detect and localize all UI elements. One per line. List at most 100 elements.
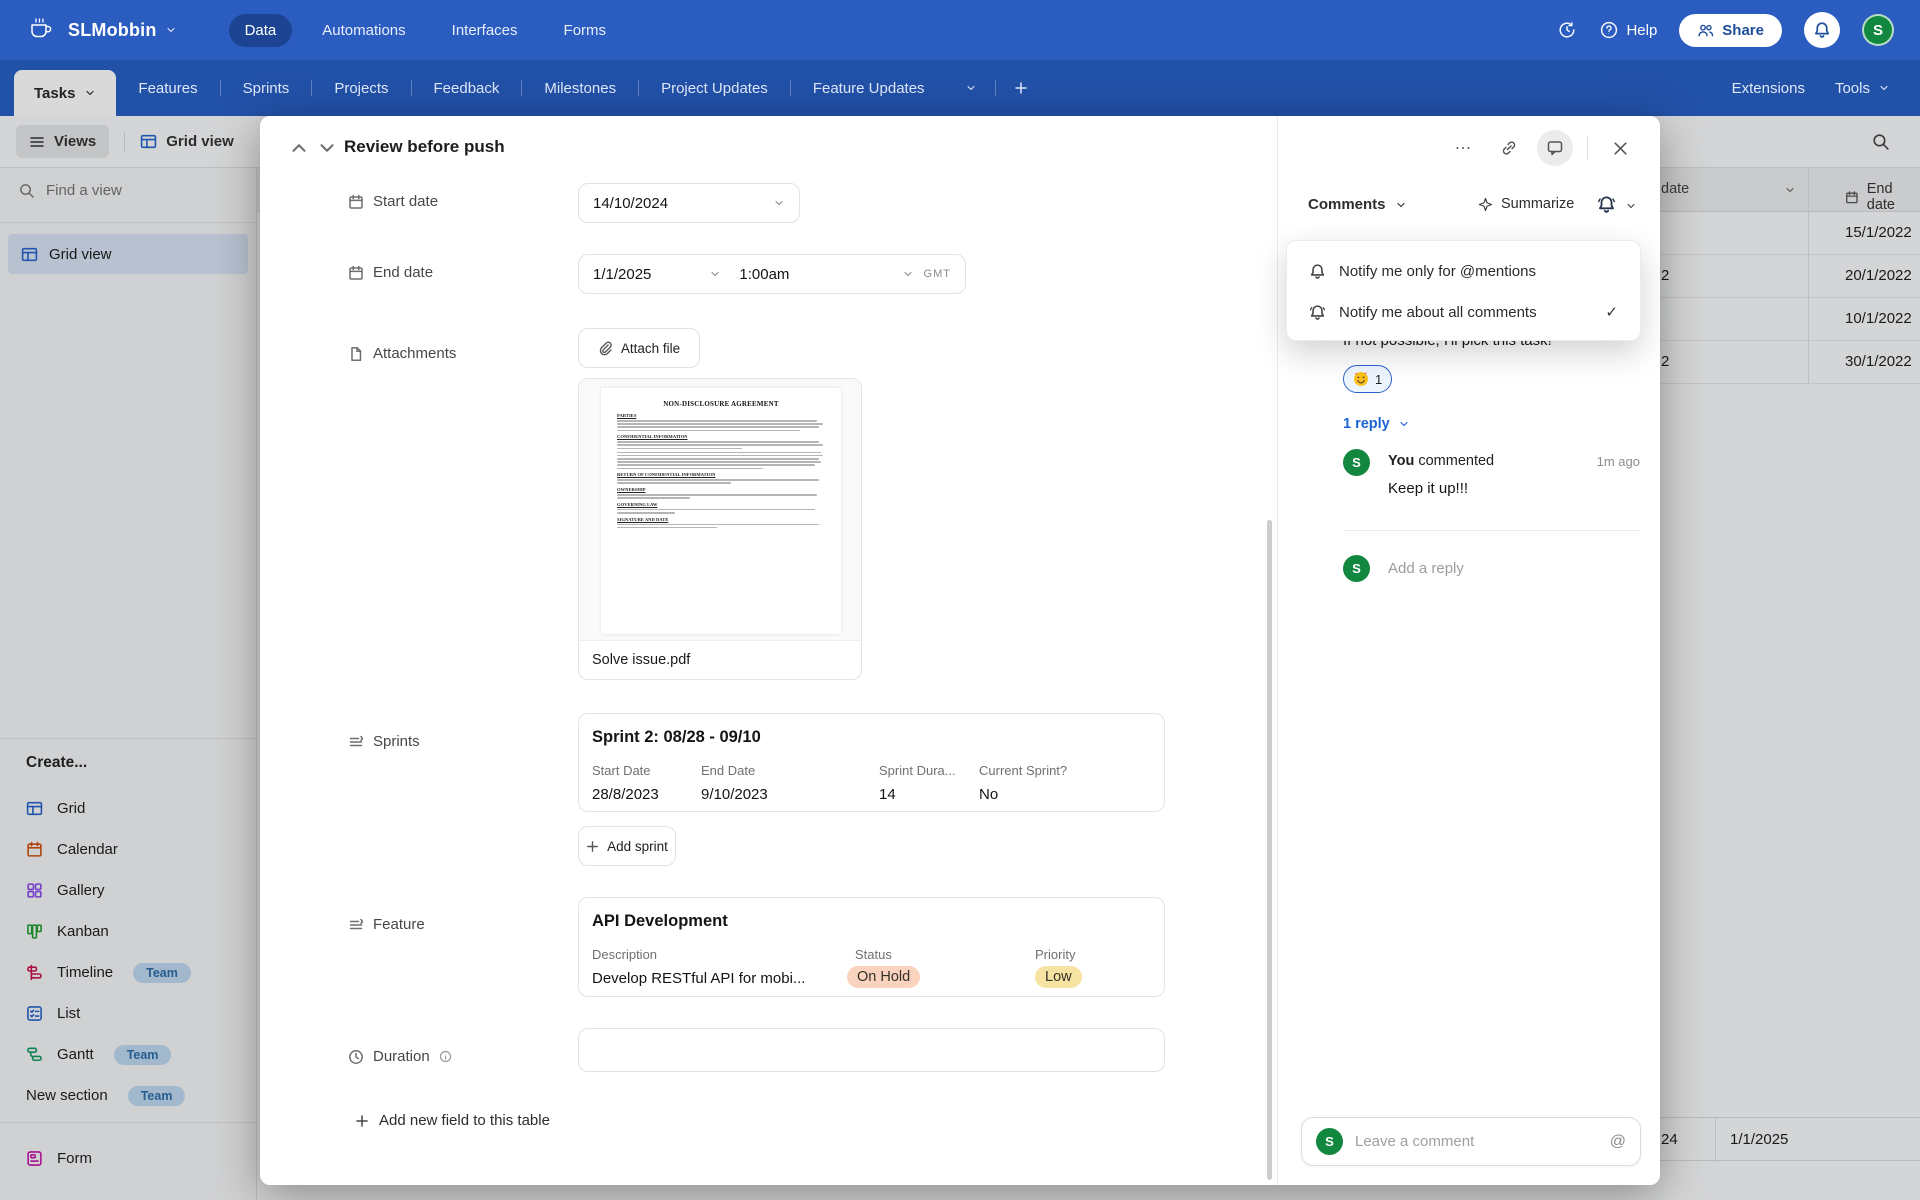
plus-icon <box>1014 82 1027 94</box>
info-icon <box>439 1050 451 1063</box>
notifications-button[interactable] <box>1804 12 1840 48</box>
tab-project-updates[interactable]: Project Updates <box>639 80 790 97</box>
attachment-card[interactable]: NON-DISCLOSURE AGREEMENT PARTIES CONFIDE… <box>578 378 862 680</box>
reply-text: Keep it up!!! <box>1388 480 1469 497</box>
chevron-down-icon <box>711 271 719 277</box>
tab-feedback[interactable]: Feedback <box>412 80 522 97</box>
tab-feature-updates[interactable]: Feature Updates <box>791 80 947 97</box>
people-icon <box>1698 24 1714 36</box>
top-right-actions: Help Share S <box>1557 12 1894 48</box>
table-tab-bar: Tasks Features Sprints Projects Feedback… <box>0 60 1920 116</box>
record-modal: Review before push Start date 14/10/2024… <box>260 116 1660 1185</box>
chevron-down-icon <box>1400 421 1408 427</box>
feature-linked-record-card[interactable]: API Development Description Status Prior… <box>578 897 1165 997</box>
add-reply-field[interactable]: Add a reply <box>1388 560 1464 577</box>
nav-data[interactable]: Data <box>228 13 293 47</box>
menu-item-notify-mentions[interactable]: Notify me only for @mentions <box>1287 252 1640 290</box>
user-avatar[interactable]: S <box>1862 14 1894 46</box>
tabbar-right: Extensions Tools <box>1732 80 1920 97</box>
fields-scrollbar[interactable] <box>1267 520 1272 1180</box>
document-icon <box>351 346 362 361</box>
reaction-pill[interactable]: 1 <box>1343 365 1393 393</box>
help-icon <box>1601 21 1618 39</box>
summarize-button[interactable]: Summarize <box>1478 196 1574 212</box>
reply-author-line: You commented <box>1388 453 1495 469</box>
chevron-down-icon <box>903 271 912 277</box>
menu-item-notify-all[interactable]: Notify me about all comments ✓ <box>1287 293 1640 331</box>
attach-file-button[interactable]: Attach file <box>578 328 700 368</box>
chevron-down-icon <box>966 85 975 91</box>
status-badge: On Hold <box>847 966 921 988</box>
attachment-filename: Solve issue.pdf <box>592 652 691 668</box>
help-label: Help <box>1626 21 1658 39</box>
workspace-chevron-icon[interactable] <box>165 24 177 36</box>
calendar-icon <box>349 265 363 280</box>
clock-icon <box>349 1049 363 1064</box>
duration-field-label: Duration <box>348 1048 452 1065</box>
top-nav: Data Automations Interfaces Forms <box>228 13 623 47</box>
chevron-down-icon[interactable] <box>1625 200 1637 212</box>
app-screen: SLMobbin Data Automations Interfaces For… <box>0 0 1920 1200</box>
next-record-icon[interactable] <box>316 137 338 159</box>
comment-input-bar[interactable]: S Leave a comment @ <box>1301 1117 1641 1166</box>
bell-icon <box>1310 263 1325 279</box>
pdf-preview-page: NON-DISCLOSURE AGREEMENT PARTIES CONFIDE… <box>601 388 841 634</box>
tab-chevron-icon[interactable] <box>84 87 96 99</box>
chevron-down-icon <box>775 200 783 206</box>
chevron-down-icon <box>1880 85 1888 91</box>
help-button[interactable]: Help <box>1599 20 1657 40</box>
history-icon[interactable] <box>1557 20 1577 40</box>
add-sprint-button[interactable]: Add sprint <box>578 826 676 866</box>
sprint-linked-record-card[interactable]: Sprint 2: 08/28 - 09/10 Start Date End D… <box>578 713 1165 812</box>
comment-input[interactable]: Leave a comment <box>1355 1133 1598 1150</box>
nav-interfaces[interactable]: Interfaces <box>436 14 534 47</box>
check-icon: ✓ <box>1605 304 1618 321</box>
duration-input[interactable] <box>578 1028 1165 1072</box>
feature-field-label: Feature <box>348 916 425 933</box>
tab-tasks[interactable]: Tasks <box>14 70 117 116</box>
bell-icon <box>1814 22 1830 38</box>
bell-ringing-icon <box>1309 304 1326 320</box>
paperclip-icon <box>599 341 612 355</box>
more-tabs-button[interactable] <box>947 82 995 94</box>
tab-sprints[interactable]: Sprints <box>221 80 312 97</box>
timezone-label: GMT <box>923 268 951 280</box>
end-date-input[interactable]: 1/1/2025 1:00am GMT <box>578 254 966 294</box>
plus-icon <box>356 1114 368 1127</box>
end-time-value[interactable]: 1:00am <box>739 266 789 283</box>
nav-forms[interactable]: Forms <box>548 14 623 47</box>
smiling-face-with-hearts-emoji <box>1354 372 1368 386</box>
calendar-icon <box>349 194 363 209</box>
comments-dropdown-button[interactable]: Comments <box>1308 196 1407 213</box>
plus-icon <box>587 840 598 852</box>
attachments-field-label: Attachments <box>348 345 456 362</box>
workspace-name[interactable]: SLMobbin <box>68 20 157 41</box>
attachment-preview: NON-DISCLOSURE AGREEMENT PARTIES CONFIDE… <box>579 379 861 641</box>
tab-milestones[interactable]: Milestones <box>522 80 638 97</box>
priority-badge: Low <box>1035 966 1082 988</box>
notification-bell-icon[interactable] <box>1597 195 1616 214</box>
nav-automations[interactable]: Automations <box>306 14 421 47</box>
comments-panel-header: Comments Summarize <box>1278 194 1660 220</box>
tools-button[interactable]: Tools <box>1835 80 1890 97</box>
sprints-field-label: Sprints <box>348 733 420 750</box>
reply-avatar: S <box>1343 449 1370 476</box>
share-button[interactable]: Share <box>1679 13 1782 47</box>
reply-timestamp: 1m ago <box>1596 454 1640 469</box>
record-title: Review before push <box>344 137 505 156</box>
previous-record-icon[interactable] <box>288 137 310 159</box>
comment-avatar: S <box>1316 1128 1343 1155</box>
chevron-down-icon <box>1396 202 1405 207</box>
tab-projects[interactable]: Projects <box>312 80 410 97</box>
add-reply-avatar: S <box>1343 555 1370 582</box>
replies-toggle[interactable]: 1 reply <box>1343 416 1410 432</box>
linked-record-icon <box>349 735 364 746</box>
add-table-button[interactable] <box>996 81 1046 95</box>
start-date-input[interactable]: 14/10/2024 <box>578 183 800 223</box>
add-new-field-button[interactable]: Add new field to this table <box>355 1112 550 1129</box>
tab-features[interactable]: Features <box>116 80 219 97</box>
extensions-button[interactable]: Extensions <box>1732 80 1805 97</box>
share-label: Share <box>1722 21 1764 39</box>
mention-button[interactable]: @ <box>1610 1133 1626 1151</box>
app-logo-icon[interactable] <box>26 16 56 44</box>
